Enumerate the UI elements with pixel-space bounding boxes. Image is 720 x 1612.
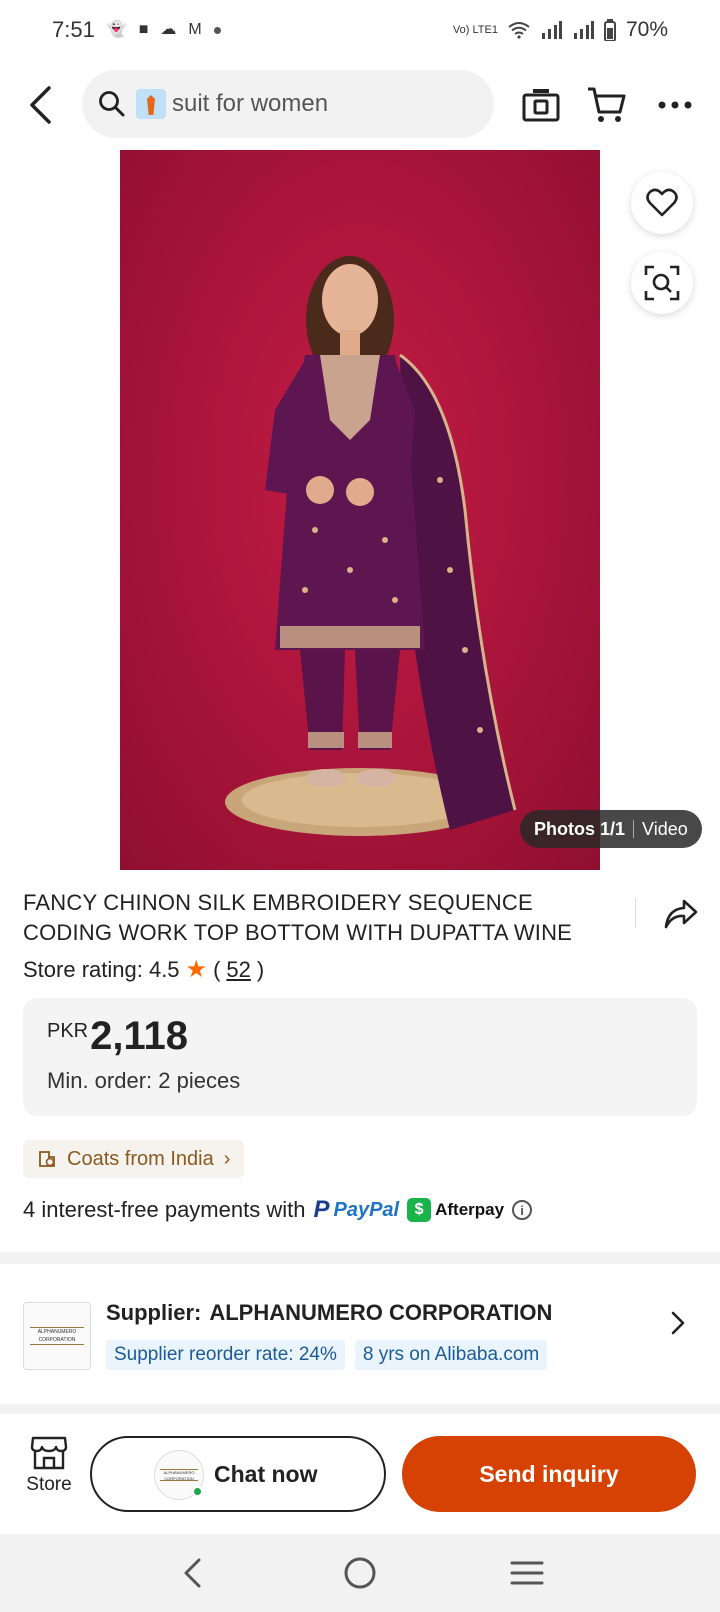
status-left: 7:51 👻 ■ ☁ M (52, 17, 221, 43)
product-title-row: FANCY CHINON SILK EMBROIDERY SEQUENCE CO… (23, 888, 698, 948)
store-rating: Store rating: 4.5 ★ (52) (23, 955, 264, 984)
signal-icon-1 (541, 21, 562, 39)
paypal-logo: P PayPal (313, 1196, 399, 1224)
back-icon (30, 86, 51, 124)
chevron-right-icon[interactable] (663, 1308, 693, 1338)
title-divider (635, 898, 636, 928)
paypal-icon: P (313, 1196, 330, 1223)
nav-menu-icon (510, 1561, 544, 1585)
store-button[interactable]: Store (18, 1436, 80, 1496)
supplier-label: Supplier: (106, 1300, 202, 1325)
app-notification-icon: ■ (138, 21, 149, 38)
snapchat-icon: 👻 (106, 21, 127, 38)
star-icon: ★ (185, 956, 208, 983)
store-label: Store (26, 1474, 72, 1495)
rating-open-paren: ( (213, 956, 221, 982)
chat-now-label: Chat now (214, 1460, 318, 1487)
status-right: Vo) LTE1 70% (453, 18, 668, 42)
online-status-dot (192, 1486, 203, 1497)
more-icon (658, 101, 692, 109)
nav-home-button[interactable] (330, 1543, 390, 1603)
send-inquiry-label: Send inquiry (479, 1460, 619, 1487)
camera-search-icon (522, 89, 560, 122)
battery-icon (603, 19, 616, 41)
media-switcher[interactable]: Photos 1/1 Video (520, 810, 702, 848)
info-icon[interactable]: i (512, 1200, 533, 1220)
section-divider-2 (0, 1404, 720, 1414)
payment-row: 4 interest-free payments with P PayPal $ A… (23, 1196, 533, 1224)
battery-percent: 70% (625, 18, 668, 41)
cloud-icon: ☁ (160, 21, 177, 38)
payment-text: 4 interest-free payments with (23, 1197, 306, 1222)
origin-chip[interactable]: Coats from India › (23, 1140, 245, 1178)
header: suit for women (0, 70, 720, 140)
reorder-rate-tag: Supplier reorder rate: 24% (106, 1340, 345, 1370)
product-image[interactable] (120, 150, 600, 870)
share-icon (664, 899, 698, 929)
status-bar: 7:51 👻 ■ ☁ M Vo) LTE1 70% (0, 0, 720, 60)
paypal-label: PayPal (333, 1198, 400, 1221)
search-query: suit for women (172, 90, 329, 117)
price-line: PKR 2,118 (47, 1016, 673, 1056)
signal-icon-2 (573, 21, 594, 39)
status-time: 7:51 (52, 17, 95, 42)
search-icon (96, 88, 128, 120)
origin-icon (39, 1151, 55, 1167)
chevron-right-icon: › (223, 1147, 231, 1170)
back-button[interactable] (18, 82, 64, 128)
system-nav-bar (0, 1534, 720, 1612)
avatar-logo-text: ALPHANUMERO CORPORATION (160, 1469, 198, 1481)
section-divider (0, 1252, 720, 1264)
years-tag: 8 yrs on Alibaba.com (354, 1340, 548, 1370)
media-separator (633, 820, 635, 838)
search-input[interactable]: suit for women (82, 70, 494, 138)
more-button[interactable] (652, 82, 698, 128)
chat-now-button[interactable]: ALPHANUMERO CORPORATION Chat now (90, 1436, 386, 1512)
video-tab[interactable]: Video (642, 819, 688, 840)
product-title: FANCY CHINON SILK EMBROIDERY SEQUENCE CO… (23, 890, 573, 945)
rating-count-link[interactable]: 52 (226, 957, 250, 983)
image-search-button[interactable] (631, 252, 693, 314)
afterpay-logo: $ Afterpay (407, 1198, 504, 1222)
wifi-icon (508, 22, 530, 39)
nav-home-icon (344, 1557, 376, 1589)
supplier-tags: Supplier reorder rate: 24% 8 yrs on Alib… (106, 1340, 548, 1370)
volte-icon: Vo) LTE1 (452, 23, 498, 36)
origin-label: Coats from India (67, 1147, 214, 1170)
afterpay-icon: $ (407, 1198, 432, 1222)
supplier-logo: ALPHANUMERO CORPORATION (23, 1302, 91, 1370)
cart-icon (588, 87, 626, 122)
lens-search-icon (644, 265, 680, 301)
nav-recents-button[interactable] (497, 1543, 557, 1603)
nav-back-button[interactable] (163, 1543, 223, 1603)
store-icon (30, 1436, 68, 1470)
price-currency: PKR (47, 1020, 89, 1042)
heart-icon (646, 188, 678, 217)
share-button[interactable] (659, 892, 703, 936)
supplier-company: ALPHANUMERO CORPORATION (209, 1300, 553, 1325)
price-card: PKR 2,118 Min. order: 2 pieces (23, 998, 697, 1116)
rating-close-paren: ) (256, 956, 265, 982)
favorite-button[interactable] (631, 172, 693, 234)
min-order: Min. order: 2 pieces (47, 1068, 241, 1093)
more-notifications-dot (213, 26, 221, 34)
send-inquiry-button[interactable]: Send inquiry (402, 1436, 696, 1512)
nav-back-icon (184, 1558, 201, 1588)
tie-emoji-icon (136, 89, 166, 119)
gmail-icon: M (188, 21, 202, 38)
model-illustration (225, 256, 517, 836)
supplier-name: Supplier: ALPHANUMERO CORPORATION (106, 1300, 552, 1326)
camera-search-button[interactable] (518, 82, 564, 128)
cart-button[interactable] (584, 82, 630, 128)
supplier-logo-text: ALPHANUMERO CORPORATION (30, 1327, 84, 1345)
price-value: 2,118 (90, 1014, 189, 1058)
store-rating-label: Store rating: 4.5 (23, 956, 180, 982)
supplier-row[interactable]: ALPHANUMERO CORPORATION Supplier: ALPHANU… (23, 1296, 703, 1376)
photos-tab[interactable]: Photos 1/1 (534, 819, 625, 840)
afterpay-label: Afterpay (435, 1200, 505, 1219)
action-bar: Store ALPHANUMERO CORPORATION Chat now S… (0, 1420, 720, 1530)
